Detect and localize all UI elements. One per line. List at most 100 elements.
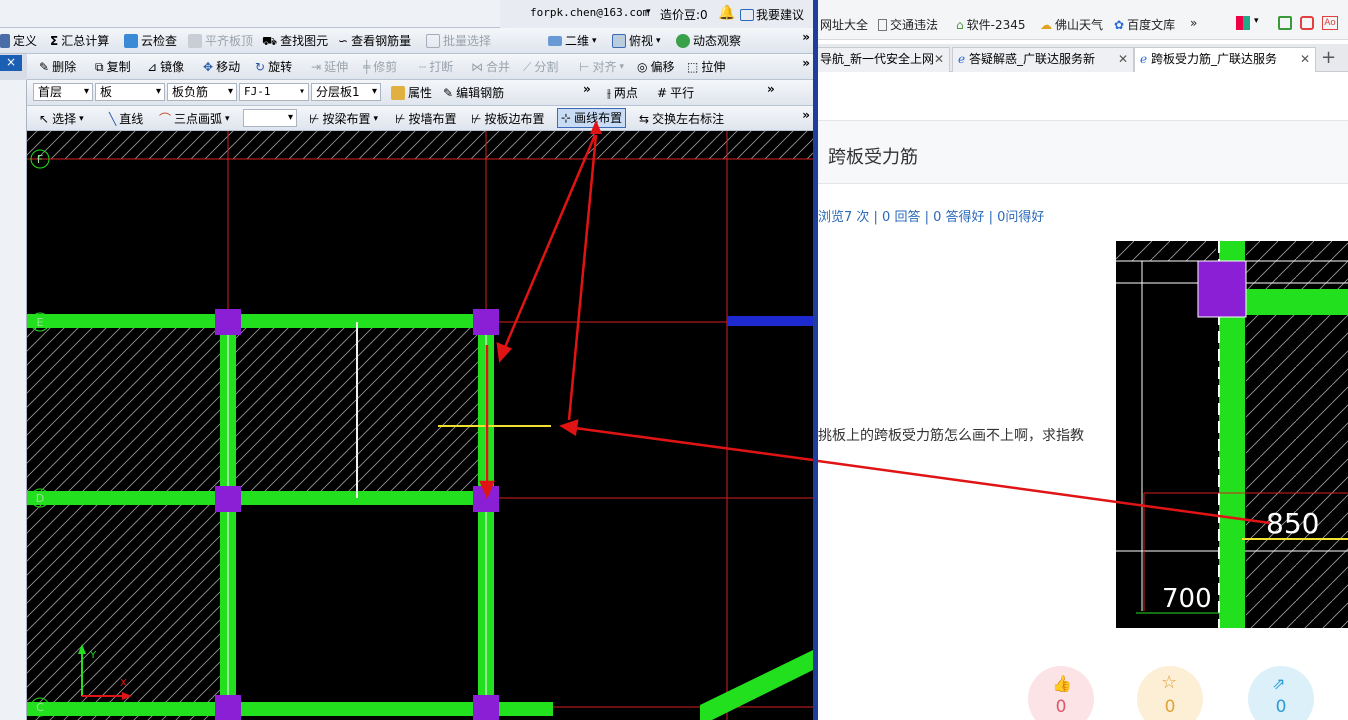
question-stats[interactable]: 浏览7 次 | 0 回答 | 0 答得好 | 0问得好 [818,206,1044,225]
drawing-canvas[interactable]: F E D C Y X [27,131,813,720]
offset-button[interactable]: ◎ 偏移 [637,58,675,76]
align-icon: ⊢ [579,60,590,74]
copy-button[interactable]: ⧉ 复制 [95,58,131,76]
type-select[interactable]: 板负筋 [167,83,237,101]
overflow-chevron-icon[interactable]: » [802,108,810,122]
thumb-up-icon: 👍 [1052,674,1072,693]
tab-navigation[interactable]: 导航_新一代安全上网 ✕ [818,47,950,72]
mode-select[interactable] [243,109,297,127]
favorite-button[interactable]: ☆ 0 [1137,666,1203,720]
two-point-button[interactable]: ⫲ 两点 [607,84,638,102]
stretch-button[interactable]: ⬚ 拉伸 [687,58,725,76]
browser-window: 网址大全 交通违法 ⌂ 软件-2345 ☁ 佛山天气 ✿ 百度文库 » ▾ Ao 导航… [818,0,1348,720]
rotate-icon: ↻ [255,60,266,74]
trim-button[interactable]: ╪ 修剪 [363,58,397,76]
tab-qa[interactable]: ℯ 答疑解惑_广联达服务新 ✕ [952,47,1134,72]
layer-select[interactable]: 分层板1 [311,83,381,101]
blue-element [727,316,813,326]
like-button[interactable]: 👍 0 [1028,666,1094,720]
line-label: 直线 [119,112,144,126]
properties-label: 属性 [408,86,433,100]
properties-button[interactable]: 属性 [391,84,432,102]
question-title: 跨板受力筋 [828,147,918,168]
bell-icon[interactable]: 🔔 [718,5,735,21]
name-select[interactable]: FJ-1 [239,83,309,101]
extend-label: 延伸 [324,60,349,74]
delete-button[interactable]: ✎ 删除 [39,58,76,76]
tv-icon[interactable] [1300,16,1314,30]
chevron-down-icon[interactable]: ▾ [646,7,651,17]
close-icon[interactable]: ✕ [1118,48,1128,70]
apps-icon[interactable] [1236,16,1250,30]
share-button[interactable]: ⇗ 0 [1248,666,1314,720]
extend-button[interactable]: ⇥ 延伸 [311,58,348,76]
close-icon[interactable]: ✕ [1300,48,1310,70]
parallel-button[interactable]: # 平行 [657,84,694,102]
rebar-view-icon: ∽ [338,34,349,48]
by-wall-label: 按墙布置 [408,112,457,126]
favorite-link[interactable]: 交通违法 [878,16,938,33]
split-icon: ⟋ [523,60,532,74]
by-slab-edge-button[interactable]: ⊬ 按板边布置 [471,110,544,128]
favorite-link[interactable]: ✿ 百度文库 [1114,16,1175,33]
overflow-chevron-icon[interactable]: » [583,82,591,96]
plan-drawing: F E D C Y X [27,131,813,720]
move-button[interactable]: ✥ 移动 [203,58,240,76]
swap-icon: ⇆ [639,112,650,126]
more-favorites-icon[interactable]: » [1190,16,1197,30]
price-label: 造价豆:0 [660,8,708,22]
user-email[interactable]: forpk.chen@163.com [530,6,649,19]
top-view-dropdown[interactable]: 俯视 ▾ [612,32,661,50]
cloud-check-button[interactable]: 云检查 [124,32,177,50]
arc-dropdown[interactable]: ⌒ 三点画弧 ▾ [159,110,230,128]
align-dropdown[interactable]: ⊢ 对齐 ▾ [579,58,624,76]
pdf-icon[interactable]: Ao [1322,16,1338,30]
close-icon[interactable]: × [0,55,22,71]
paw-icon: ✿ [1114,17,1125,32]
merge-button[interactable]: ⋈ 合并 [471,58,510,76]
flush-top-button[interactable]: 平齐板顶 [188,32,253,50]
category-select[interactable]: 板 [95,83,165,101]
reader-icon[interactable] [1278,16,1292,30]
parallel-label: 平行 [670,86,695,100]
cloud-check-label: 云检查 [141,34,178,48]
find-element-button[interactable]: ⛟ 查找图元 [262,32,328,50]
break-button[interactable]: ┄ 打断 [419,58,453,76]
split-button[interactable]: ⟋ 分割 [523,58,558,76]
tab-label: 跨板受力筋_广联达服务 [1150,52,1277,66]
feedback-button[interactable]: 我要建议 [740,6,804,23]
align-label: 对齐 [592,60,617,74]
mirror-button[interactable]: ⊿ 镜像 [147,58,184,76]
by-beam-dropdown[interactable]: ⊬ 按梁布置 ▾ [309,110,378,128]
favorite-link[interactable]: ☁ 佛山天气 [1040,16,1103,33]
chevron-down-icon: ▾ [592,36,597,46]
batch-select-button[interactable]: 批量选择 [426,32,491,50]
by-wall-button[interactable]: ⊬ 按墙布置 [395,110,456,128]
overflow-chevron-icon[interactable]: » [767,82,775,96]
question-screenshot[interactable]: 850 700 [1116,241,1348,628]
chevron-down-icon[interactable]: ▾ [1254,16,1259,26]
define-button[interactable]: 定义 [0,32,37,50]
new-tab-button[interactable]: + [1321,47,1336,68]
swap-labels-button[interactable]: ⇆ 交换左右标注 [639,110,724,128]
summary-calc-button[interactable]: Σ 汇总计算 [50,32,109,50]
view-2d-dropdown[interactable]: 二维 ▾ [548,32,597,50]
summary-calc-label: 汇总计算 [61,34,110,48]
favorites-bar: 网址大全 交通违法 ⌂ 软件-2345 ☁ 佛山天气 ✿ 百度文库 » ▾ Ao [818,10,1348,40]
view-rebar-button[interactable]: ∽ 查看钢筋量 [338,32,411,50]
tab-active-question[interactable]: ℯ 跨板受力筋_广联达服务 ✕ [1134,47,1316,72]
line-button[interactable]: ╲ 直线 [109,110,143,128]
overflow-chevron-icon[interactable]: » [802,56,810,70]
close-icon[interactable]: ✕ [934,48,944,70]
favorite-link[interactable]: 网址大全 [820,16,868,33]
rotate-button[interactable]: ↻ 旋转 [255,58,292,76]
favorite-label: 交通违法 [890,18,939,32]
select-dropdown[interactable]: ↖ 选择 ▾ [39,110,84,128]
floor-select[interactable]: 首层 [33,83,93,101]
break-label: 打断 [429,60,454,74]
overflow-chevron-icon[interactable]: » [802,30,810,44]
favorite-link[interactable]: ⌂ 软件-2345 [956,16,1026,33]
edit-rebar-button[interactable]: ✎ 编辑钢筋 [443,84,504,102]
mirror-label: 镜像 [160,60,185,74]
dynamic-view-button[interactable]: 动态观察 [676,32,741,50]
